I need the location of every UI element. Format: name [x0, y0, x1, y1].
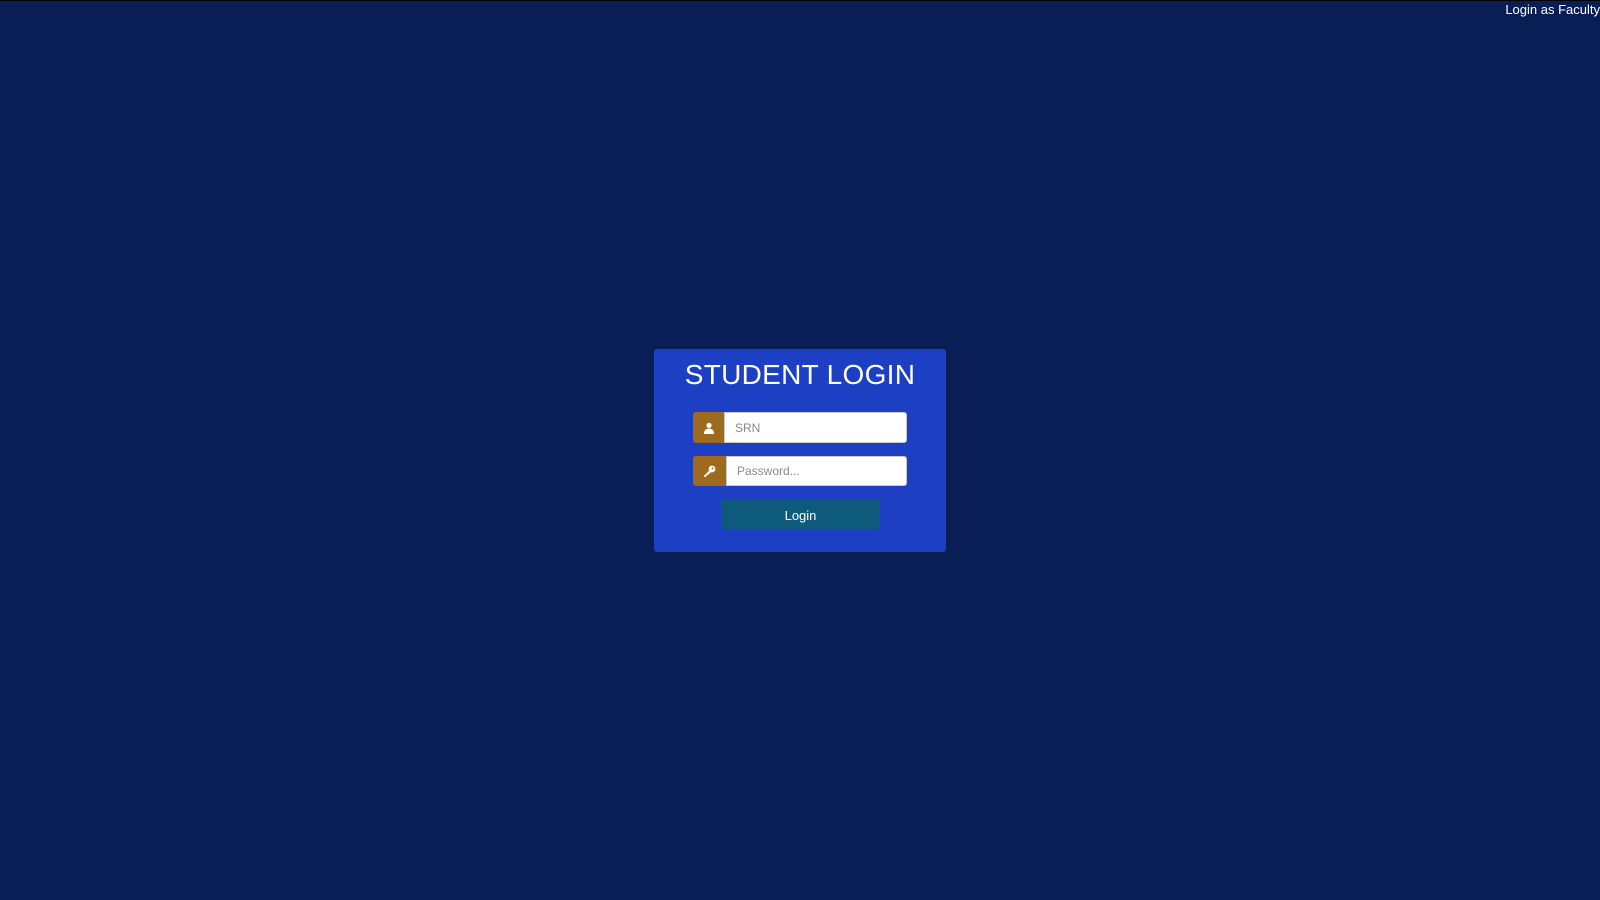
- login-as-faculty-link[interactable]: Login as Faculty: [1505, 2, 1600, 18]
- key-icon: [693, 456, 726, 486]
- user-icon: [693, 412, 724, 443]
- login-title: STUDENT LOGIN: [684, 359, 916, 390]
- srn-field-group: [693, 412, 907, 443]
- password-field-group: [693, 456, 907, 486]
- srn-input[interactable]: [724, 412, 907, 443]
- password-input[interactable]: [726, 456, 907, 486]
- top-border: [0, 0, 1600, 1]
- login-button[interactable]: Login: [721, 500, 880, 530]
- login-card: STUDENT LOGIN Login: [654, 349, 946, 552]
